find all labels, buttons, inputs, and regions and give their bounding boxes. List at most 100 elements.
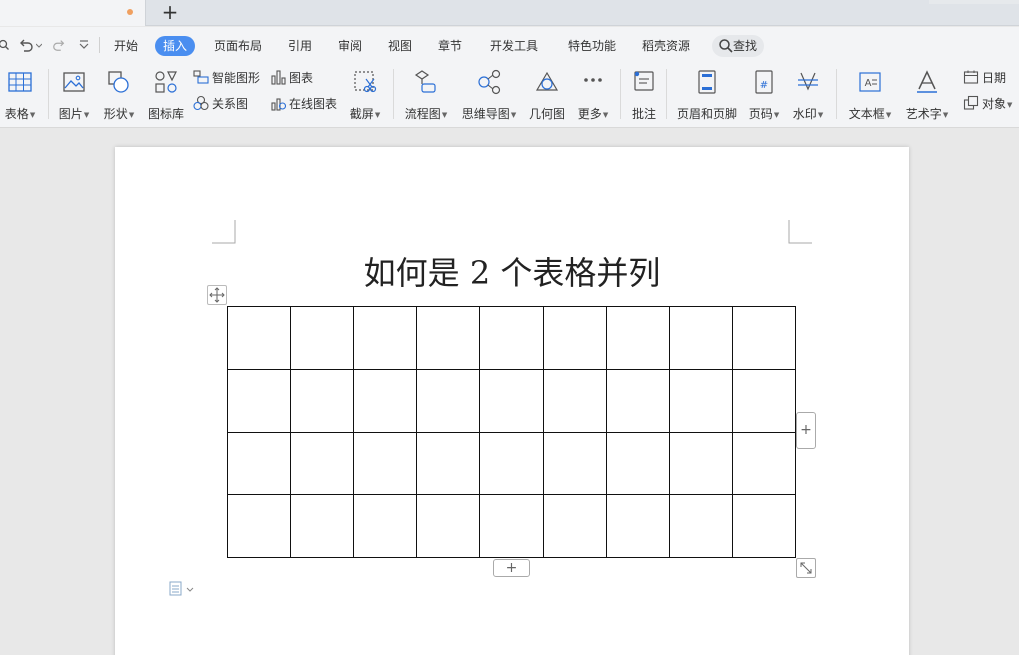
- new-tab-button[interactable]: +: [160, 1, 180, 23]
- watermark-tool[interactable]: 水印▼: [790, 67, 826, 123]
- table-cell[interactable]: [731, 368, 797, 433]
- table-cell[interactable]: [668, 431, 733, 496]
- table-cell[interactable]: [416, 494, 481, 558]
- table-cell[interactable]: [226, 431, 292, 496]
- smart-art-label: 智能图形: [212, 71, 261, 85]
- table-cell[interactable]: [479, 494, 544, 558]
- comment-icon: [634, 71, 654, 91]
- table-cell[interactable]: [668, 368, 733, 433]
- table-cell[interactable]: [542, 368, 607, 433]
- menu-chapter[interactable]: 章节: [438, 36, 462, 56]
- screenshot-tool[interactable]: 截屏▼: [346, 67, 384, 123]
- table-cell[interactable]: [542, 494, 607, 558]
- table-tool[interactable]: 表格▼: [2, 67, 38, 123]
- table-cell[interactable]: [605, 494, 670, 558]
- flowchart-tool[interactable]: 流程图▼: [402, 67, 450, 123]
- redo-icon[interactable]: [52, 37, 66, 53]
- top-right-margin-mark: [788, 220, 812, 244]
- geometry-tool[interactable]: 几何图: [527, 67, 567, 123]
- menu-review[interactable]: 审阅: [338, 36, 362, 56]
- object-tool[interactable]: 对象▼: [963, 95, 1012, 113]
- table-cell[interactable]: [416, 368, 481, 433]
- table-cell[interactable]: [542, 306, 607, 370]
- table-cell[interactable]: [353, 494, 418, 558]
- menu-insert[interactable]: 插入: [155, 36, 196, 56]
- print-preview-icon[interactable]: [0, 37, 10, 53]
- date-tool[interactable]: 日期: [963, 69, 1006, 87]
- bar-chart-icon: [271, 70, 286, 85]
- online-chart-tool[interactable]: 在线图表: [270, 95, 337, 113]
- document-table[interactable]: [226, 306, 797, 558]
- table-cell[interactable]: [479, 368, 544, 433]
- picture-icon: [63, 72, 85, 92]
- find-button[interactable]: 查找: [712, 35, 764, 57]
- table-cell[interactable]: [290, 431, 355, 496]
- mindmap-label: 思维导图: [461, 107, 510, 121]
- table-cell[interactable]: [290, 494, 355, 558]
- relation-chart-tool[interactable]: 关系图: [193, 95, 248, 113]
- page-number-icon: #: [755, 70, 773, 94]
- menu-developer[interactable]: 开发工具: [490, 36, 538, 56]
- customize-toolbar-icon[interactable]: [79, 37, 89, 53]
- paragraph-layout-icon[interactable]: [169, 581, 197, 597]
- table-cell[interactable]: [605, 368, 670, 433]
- add-row-button[interactable]: +: [493, 559, 530, 577]
- picture-tool[interactable]: 图片▼: [56, 67, 92, 123]
- move-icon: [209, 287, 225, 303]
- table-cell[interactable]: [731, 306, 797, 370]
- table-cell[interactable]: [290, 368, 355, 433]
- shape-tool[interactable]: 形状▼: [100, 67, 138, 123]
- table-cell[interactable]: [542, 431, 607, 496]
- table-move-handle[interactable]: [207, 285, 227, 305]
- table-cell[interactable]: [731, 494, 797, 558]
- mindmap-tool[interactable]: 思维导图▼: [460, 67, 518, 123]
- table-cell[interactable]: [416, 306, 481, 370]
- page-number-tool[interactable]: # 页码▼: [746, 67, 782, 123]
- header-footer-tool[interactable]: 页眉和页脚: [674, 67, 740, 123]
- table-cell[interactable]: [226, 368, 292, 433]
- chart-label: 图表: [289, 71, 314, 85]
- menu-features[interactable]: 特色功能: [568, 36, 616, 56]
- icon-library-tool[interactable]: 图标库: [147, 67, 185, 123]
- undo-dropdown-icon[interactable]: [36, 37, 42, 53]
- table-cell[interactable]: [226, 494, 292, 558]
- wordart-tool[interactable]: 艺术字▼: [902, 67, 952, 123]
- table-cell[interactable]: [668, 494, 733, 558]
- textbox-tool[interactable]: A 文本框▼: [846, 67, 894, 123]
- menu-home[interactable]: 开始: [114, 36, 138, 56]
- comment-tool[interactable]: 批注: [628, 67, 660, 123]
- add-column-button[interactable]: +: [796, 412, 816, 449]
- menu-docer-resources[interactable]: 稻壳资源: [642, 36, 690, 56]
- table-cell[interactable]: [416, 431, 481, 496]
- header-footer-icon: [698, 70, 716, 94]
- table-cell[interactable]: [353, 306, 418, 370]
- top-left-margin-mark: [212, 220, 236, 244]
- table-cell[interactable]: [605, 306, 670, 370]
- menu-view[interactable]: 视图: [388, 36, 412, 56]
- table-cell[interactable]: [479, 306, 544, 370]
- table-resize-handle[interactable]: [796, 558, 816, 578]
- document-page[interactable]: 如何是 2 个表格并列 + +: [115, 147, 909, 655]
- table-cell[interactable]: [479, 431, 544, 496]
- comment-label: 批注: [631, 107, 656, 121]
- table-row: [226, 494, 797, 558]
- table-cell[interactable]: [353, 431, 418, 496]
- menu-references[interactable]: 引用: [288, 36, 312, 56]
- menu-bar: 开始 插入 页面布局 引用 审阅 视图 章节 开发工具 特色功能 稻壳资源 查找: [0, 27, 1019, 63]
- more-tool[interactable]: 更多▼: [574, 67, 612, 123]
- document-title[interactable]: 如何是 2 个表格并列: [115, 253, 909, 293]
- document-tab[interactable]: [0, 0, 146, 26]
- smart-art-tool[interactable]: 智能图形: [193, 69, 260, 87]
- table-cell[interactable]: [353, 368, 418, 433]
- table-cell[interactable]: [290, 306, 355, 370]
- table-cell[interactable]: [226, 306, 292, 370]
- page-number-label: 页码: [748, 107, 773, 121]
- table-cell[interactable]: [605, 431, 670, 496]
- textbox-label: 文本框: [848, 107, 885, 121]
- chart-tool[interactable]: 图表: [270, 69, 313, 87]
- calendar-icon: [963, 70, 979, 84]
- menu-page-layout[interactable]: 页面布局: [214, 36, 262, 56]
- table-cell[interactable]: [668, 306, 733, 370]
- undo-icon[interactable]: [18, 37, 34, 53]
- table-cell[interactable]: [731, 431, 797, 496]
